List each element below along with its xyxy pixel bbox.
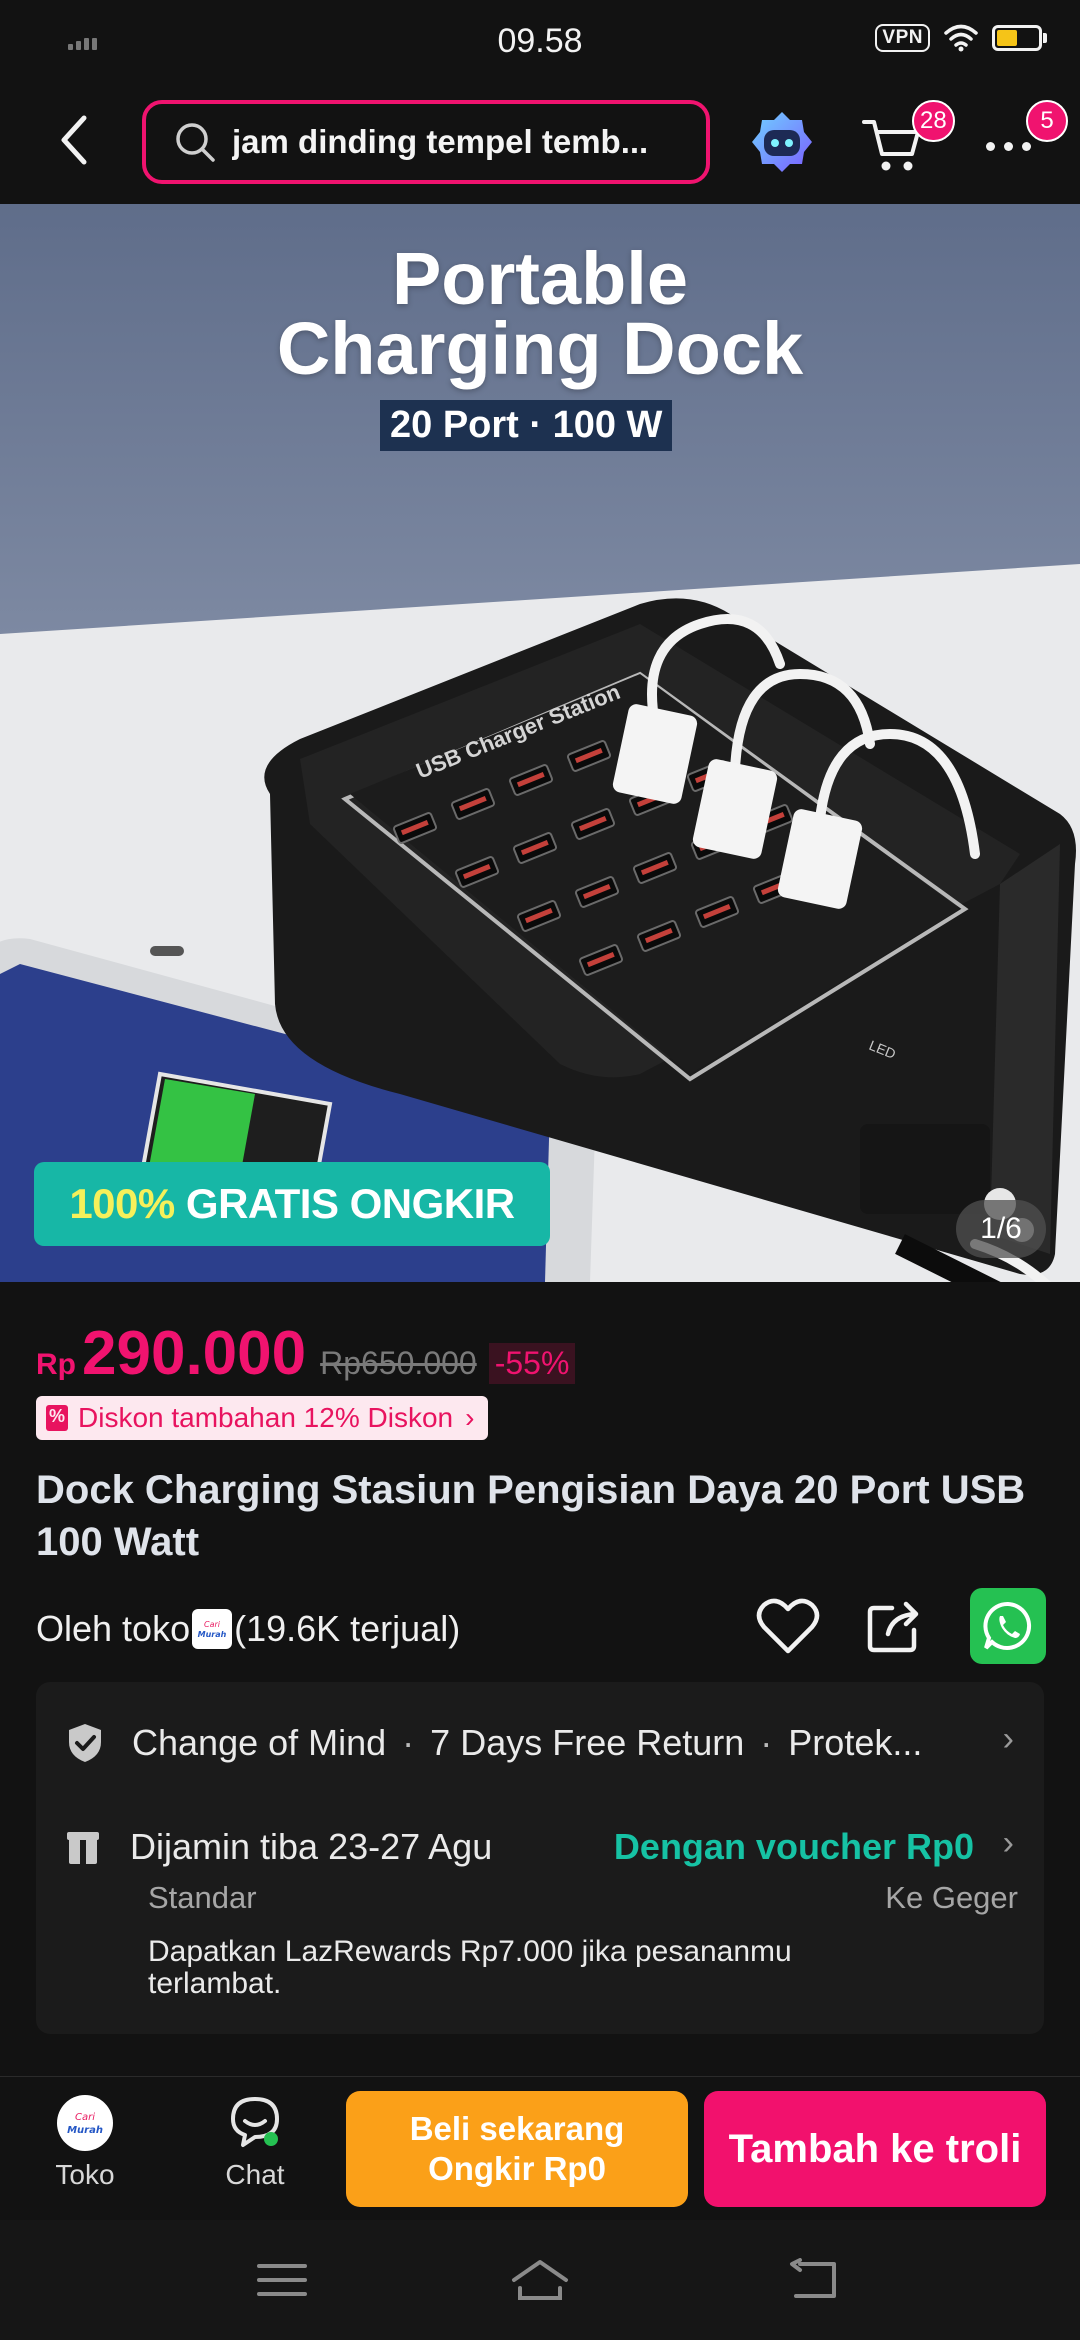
delivery-estimate: Dijamin tiba 23-27 Agu [130, 1826, 493, 1867]
svg-text:Murah: Murah [67, 2125, 103, 2136]
chat-nav-button[interactable]: Chat [210, 2095, 300, 2191]
buy-now-button[interactable]: Beli sekarang Ongkir Rp0 [346, 2091, 688, 2207]
product-summary: Rp 290.000 Rp650.000 -55% Diskon tambaha… [0, 1282, 1080, 1682]
current-price: 290.000 [82, 1319, 307, 1388]
chevron-right-icon: › [1002, 1720, 1014, 1758]
share-icon [867, 1601, 919, 1653]
product-image-carousel[interactable]: USB Charger Station LED Portable Chargin… [0, 204, 1080, 1282]
store-logo[interactable]: Cari Murah [192, 1609, 233, 1649]
assistant-robot-icon [752, 112, 812, 172]
cart-button[interactable]: 28 [862, 100, 955, 178]
guarantee-item: Change of Mind [132, 1722, 387, 1763]
store-avatar: Cari Murah [57, 2095, 113, 2151]
home-icon [512, 2260, 568, 2300]
home-nav-button[interactable] [510, 2250, 570, 2310]
battery-level [997, 30, 1018, 46]
buy-now-label: Beli sekarang [409, 2110, 625, 2147]
image-page-indicator: 1/6 [956, 1200, 1046, 1258]
promo-text: GRATIS ONGKIR [185, 1180, 515, 1227]
chat-icon [225, 2095, 285, 2151]
search-icon [176, 123, 215, 162]
search-bar[interactable]: jam dinding tempel temb... [142, 100, 710, 184]
back-nav-icon [790, 2258, 836, 2298]
extra-discount-voucher[interactable]: Diskon tambahan 12% Diskon › [36, 1396, 489, 1440]
svg-text:Murah: Murah [198, 1630, 227, 1639]
product-title: Dock Charging Stasiun Pengisian Daya 20 … [36, 1468, 1026, 1564]
store-nav-label: Toko [55, 2159, 115, 2190]
back-nav-button[interactable] [782, 2250, 842, 2310]
vpn-badge: VPN [875, 24, 930, 52]
chat-nav-label: Chat [225, 2159, 285, 2190]
back-button[interactable] [44, 110, 104, 170]
svg-text:Cari: Cari [75, 2112, 95, 2123]
more-dots-icon [986, 142, 1031, 151]
service-info-card: Change of Mind · 7 Days Free Return · Pr… [36, 1682, 1044, 2034]
store-nav-button[interactable]: Cari Murah Toko [40, 2095, 130, 2191]
package-icon [67, 1832, 99, 1864]
guarantee-row[interactable]: Change of Mind · 7 Days Free Return · Pr… [66, 1722, 922, 1764]
system-navigation-bar [0, 2220, 1080, 2340]
status-bar: 09.58 VPN [0, 0, 1080, 80]
notification-count-badge: 5 [1026, 100, 1068, 142]
whatsapp-icon [983, 1601, 1032, 1650]
add-to-cart-button[interactable]: Tambah ke troli [704, 2091, 1046, 2207]
store-logo-image: Cari Murah [198, 1620, 227, 1639]
discount-badge: -55% [488, 1343, 576, 1384]
shipping-type: Standar [148, 1880, 257, 1915]
menu-nav-button[interactable] [252, 2250, 312, 2310]
delivery-row[interactable]: Dijamin tiba 23-27 Agu [66, 1826, 492, 1868]
separator-dot: · [760, 1722, 773, 1763]
back-arrow-icon [61, 115, 87, 165]
chevron-right-icon: › [1002, 1824, 1014, 1862]
voucher-text: Diskon tambahan 12% Diskon [78, 1402, 454, 1433]
wifi-icon [944, 24, 978, 52]
heart-icon [756, 1598, 820, 1654]
price-currency: Rp [36, 1348, 76, 1381]
hero-title: Portable Charging Dock [0, 237, 1080, 390]
battery-icon [992, 25, 1047, 51]
top-bar: jam dinding tempel temb... 28 5 [0, 80, 1080, 204]
more-button[interactable]: 5 [980, 100, 1068, 178]
sold-count: (19.6K terjual) [234, 1608, 461, 1649]
hero-title-line2: Charging Dock [276, 307, 804, 390]
store-avatar-image: Cari Murah [67, 2112, 103, 2136]
hero-title-line1: Portable [391, 237, 689, 320]
free-shipping-banner: 100% GRATIS ONGKIR [34, 1162, 550, 1246]
price-row: Rp 290.000 Rp650.000 -55% [36, 1318, 576, 1389]
buy-now-sublabel: Ongkir Rp0 [428, 2150, 606, 2187]
share-button[interactable] [856, 1588, 932, 1664]
whatsapp-share-button[interactable] [970, 1588, 1046, 1664]
seller-info[interactable]: Oleh toko Cari Murah (19.6K terjual) [36, 1608, 460, 1650]
guarantee-item: Protek... [788, 1722, 923, 1763]
guarantee-item: 7 Days Free Return [430, 1722, 745, 1763]
cart-count-badge: 28 [912, 100, 955, 142]
delivery-voucher[interactable]: Dengan voucher Rp0 [614, 1826, 974, 1868]
lazrewards-note: Dapatkan LazRewards Rp7.000 jika pesanan… [148, 1935, 792, 2000]
status-icons: VPN [875, 24, 1047, 52]
assistant-button[interactable] [750, 110, 814, 174]
shipping-destination: Ke Geger [885, 1880, 1018, 1915]
chevron-right-icon: › [465, 1402, 475, 1433]
original-price: Rp650.000 [320, 1345, 477, 1381]
bottom-action-bar: Cari Murah Toko Chat Beli sekarang Ongki… [0, 2076, 1080, 2220]
wishlist-button[interactable] [750, 1588, 826, 1664]
hero-subtitle: 20 Port · 100 W [380, 400, 673, 451]
svg-text:Cari: Cari [204, 1620, 221, 1629]
search-query: jam dinding tempel temb... [232, 123, 649, 160]
shield-check-icon [69, 1724, 101, 1762]
promo-highlight: 100% [69, 1180, 175, 1227]
seller-prefix: Oleh toko [36, 1608, 191, 1649]
menu-icon [257, 2264, 307, 2296]
voucher-ticket-icon [46, 1405, 68, 1431]
separator-dot: · [402, 1722, 415, 1763]
